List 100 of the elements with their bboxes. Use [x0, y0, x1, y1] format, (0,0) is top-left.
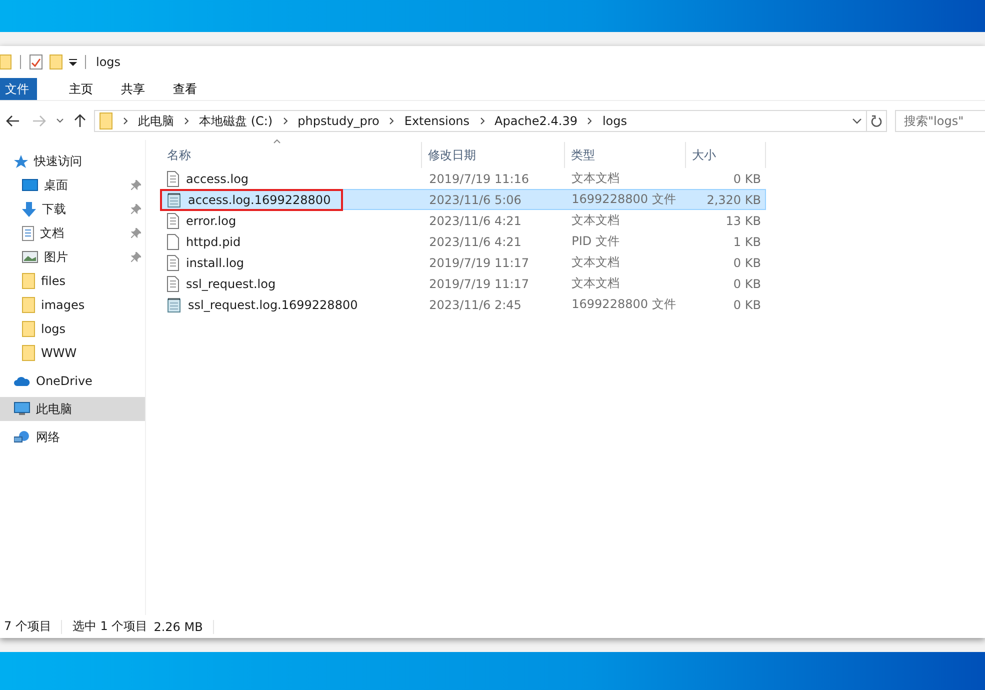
- sidebar-item[interactable]: 此电脑: [0, 397, 145, 421]
- sidebar-label: 桌面: [44, 176, 68, 194]
- type-cell-text: 文本文档: [570, 254, 621, 271]
- breadcrumb[interactable]: phpstudy_pro: [298, 114, 380, 128]
- chevron-down-icon[interactable]: [56, 118, 64, 124]
- size-cell-text: 0 KB: [732, 254, 762, 272]
- notepad-icon: [167, 192, 181, 208]
- ribbon-tab[interactable]: 主页: [55, 78, 107, 100]
- text-file-icon: [167, 276, 179, 292]
- column-header[interactable]: 类型: [565, 142, 686, 168]
- file-row[interactable]: httpd.pid 2023/11/6 4:21 PID 文件 1 KB: [161, 231, 766, 252]
- text-file-icon: [167, 170, 179, 186]
- type-cell-text: 1699228800 文件: [570, 296, 677, 313]
- up-icon[interactable]: [74, 114, 86, 128]
- chevron-right-icon[interactable]: [480, 117, 485, 125]
- date-cell-text: 2023/11/6 5:06: [428, 192, 522, 208]
- sidebar-item[interactable]: 下载: [0, 197, 145, 221]
- address-bar[interactable]: 此电脑 本地磁盘 (C:) phpstudy_pro Extensions Apache2.4.39 logs: [94, 110, 867, 132]
- file-name: ssl_request.log.1699228800: [188, 298, 358, 312]
- window-title: logs: [96, 55, 121, 69]
- sidebar-item[interactable]: WWW: [0, 341, 145, 365]
- sidebar-item[interactable]: files: [0, 269, 145, 293]
- file-row[interactable]: error.log 2023/11/6 4:21 文本文档 13 KB: [161, 210, 766, 231]
- file-name: httpd.pid: [186, 234, 241, 248]
- date-cell-text: 2019/7/19 11:16: [428, 170, 530, 188]
- back-icon[interactable]: [6, 115, 20, 127]
- date-cell-text: 2023/11/6 2:45: [428, 296, 522, 314]
- sidebar-item[interactable]: 快速访问: [0, 149, 145, 173]
- chevron-right-icon[interactable]: [389, 117, 394, 125]
- sidebar-item[interactable]: 图片: [0, 245, 145, 269]
- size-cell-text: 0 KB: [732, 170, 762, 188]
- breadcrumb[interactable]: logs: [602, 114, 628, 128]
- sidebar-item[interactable]: OneDrive: [0, 369, 145, 393]
- ribbon-tab[interactable]: 共享: [107, 78, 159, 100]
- refresh-button[interactable]: [867, 110, 887, 132]
- column-header[interactable]: 名称: [161, 142, 422, 168]
- folder-icon: [22, 297, 35, 313]
- sidebar-label: 网络: [36, 428, 60, 446]
- pin-icon[interactable]: [131, 228, 141, 238]
- breadcrumb[interactable]: 此电脑: [138, 112, 174, 130]
- pin-icon[interactable]: [131, 180, 141, 190]
- file-row[interactable]: install.log 2019/7/19 11:17 文本文档 0 KB: [161, 252, 766, 273]
- date-cell-text: 2019/7/19 11:17: [428, 254, 530, 272]
- sidebar-label: files: [41, 274, 66, 288]
- type-cell-text: 文本文档: [570, 170, 621, 187]
- sidebar-item[interactable]: images: [0, 293, 145, 317]
- ribbon-tab[interactable]: 文件: [0, 78, 37, 100]
- chevron-right-icon[interactable]: [184, 117, 189, 125]
- date-cell-text: 2023/11/6 4:21: [428, 212, 522, 230]
- file-name: access.log: [186, 172, 249, 186]
- checklist-icon[interactable]: [29, 54, 43, 70]
- file-row[interactable]: ssl_request.log.1699228800 2023/11/6 2:45 1699228800 文件 0 KB: [161, 294, 766, 315]
- sidebar-label: 图片: [44, 248, 68, 266]
- ribbon-tab[interactable]: 查看: [159, 78, 211, 100]
- chevron-down-icon[interactable]: [852, 118, 862, 124]
- item-count: 7 个项目: [4, 618, 52, 635]
- sidebar-item[interactable]: 桌面: [0, 173, 145, 197]
- breadcrumb[interactable]: Extensions: [404, 114, 470, 128]
- pin-icon[interactable]: [131, 252, 141, 262]
- size-cell-text: 1 KB: [732, 234, 762, 250]
- file-name: access.log.1699228800: [188, 192, 331, 206]
- dropdown-icon[interactable]: [69, 58, 77, 66]
- file-name: ssl_request.log: [186, 276, 276, 290]
- folder-icon: [99, 112, 113, 130]
- document-icon: [22, 226, 34, 240]
- chevron-right-icon[interactable]: [123, 117, 128, 125]
- file-row[interactable]: access.log 2019/7/19 11:16 文本文档 0 KB: [161, 168, 766, 189]
- file-row[interactable]: ssl_request.log 2019/7/19 11:17 文本文档 0 KB: [161, 273, 766, 294]
- chevron-right-icon[interactable]: [282, 117, 288, 125]
- folder-icon: [22, 273, 35, 289]
- sidebar-label: OneDrive: [36, 374, 92, 388]
- chevron-right-icon[interactable]: [587, 117, 592, 125]
- blank-file-icon: [167, 234, 179, 250]
- size-cell-text: 13 KB: [724, 212, 762, 230]
- pin-icon[interactable]: [131, 204, 141, 214]
- cloud-icon: [14, 376, 30, 386]
- sidebar-label: 此电脑: [36, 400, 72, 418]
- sidebar-label: images: [41, 298, 85, 312]
- size-cell-text: 0 KB: [732, 276, 762, 292]
- column-header[interactable]: 修改日期: [422, 142, 565, 168]
- sidebar-label: 快速访问: [34, 152, 82, 170]
- selection-size: 2.26 MB: [154, 620, 203, 634]
- breadcrumb[interactable]: Apache2.4.39: [494, 114, 578, 128]
- computer-icon: [14, 402, 30, 416]
- refresh-icon: [871, 114, 882, 128]
- type-cell-text: 文本文档: [570, 275, 621, 292]
- folder-icon: [22, 321, 35, 337]
- file-row[interactable]: access.log.1699228800 2023/11/6 5:06 1699228800 文件 2,320 KB: [161, 189, 766, 210]
- image-icon: [22, 251, 38, 263]
- breadcrumb[interactable]: 本地磁盘 (C:): [199, 112, 273, 130]
- file-name: install.log: [186, 256, 244, 270]
- sidebar-item[interactable]: 文档: [0, 221, 145, 245]
- sidebar-item[interactable]: logs: [0, 317, 145, 341]
- sidebar-item[interactable]: 网络: [0, 425, 145, 449]
- column-header[interactable]: 大小: [686, 142, 766, 168]
- search-field[interactable]: 搜索"logs": [895, 110, 985, 132]
- sort-caret-icon: [273, 139, 281, 144]
- star-icon: [14, 154, 28, 168]
- desktop-icon: [22, 179, 38, 191]
- sidebar-label: logs: [41, 322, 66, 336]
